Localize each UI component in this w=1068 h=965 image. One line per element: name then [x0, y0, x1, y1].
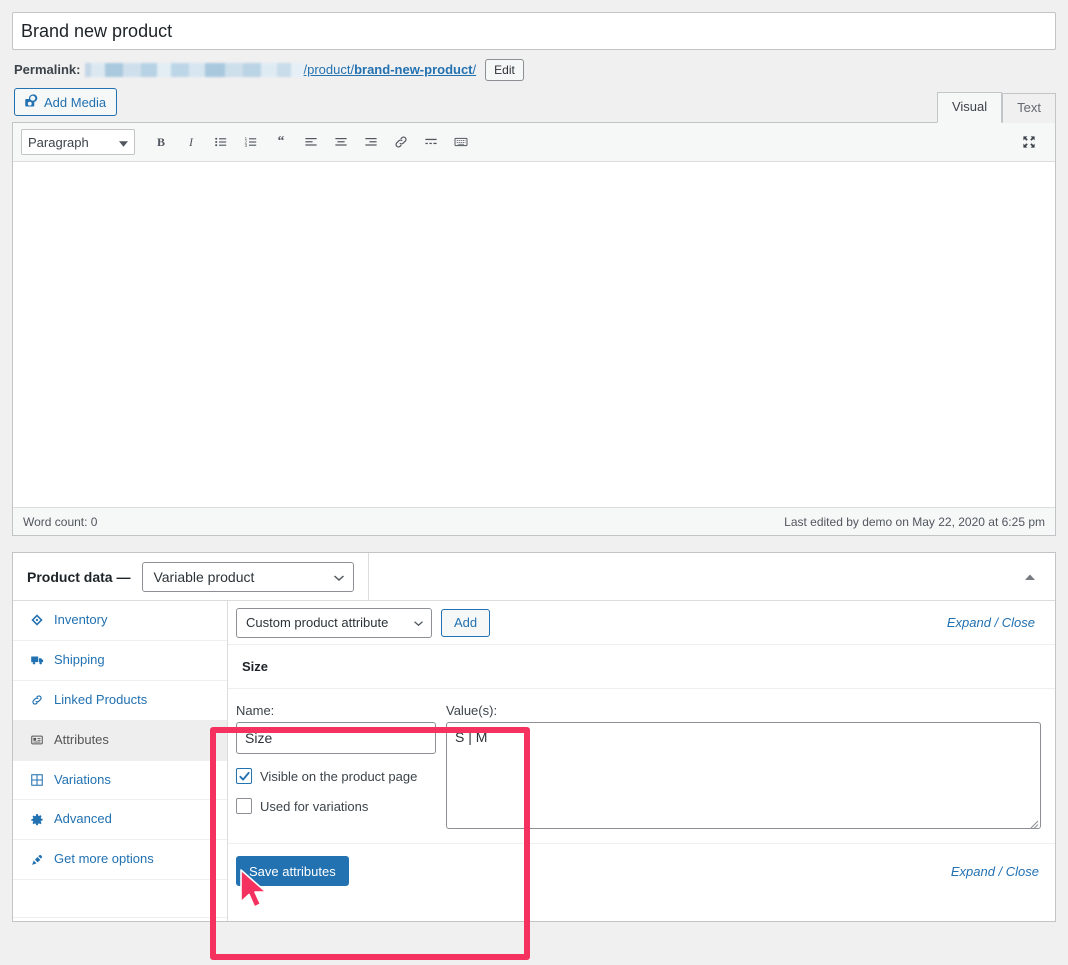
sidebar-item-linked-products[interactable]: Linked Products: [13, 681, 227, 721]
sidebar-item-label: Linked Products: [54, 692, 147, 709]
attribute-values-column: Value(s):: [446, 703, 1041, 831]
chevron-down-icon: [413, 615, 424, 630]
product-type-select[interactable]: Variable product: [142, 562, 354, 592]
read-more-icon[interactable]: [417, 129, 445, 155]
attributes-toolbar: Custom product attribute Add Expand / Cl…: [228, 601, 1055, 645]
permalink-row: Permalink: /product/brand-new-product/ E…: [0, 50, 1068, 80]
product-data-title: Product data —: [27, 569, 130, 585]
sidebar-item-label: Shipping: [54, 652, 105, 669]
numbered-list-icon[interactable]: 1 2 3: [237, 129, 265, 155]
sidebar-item-get-more-options[interactable]: Get more options: [13, 840, 227, 880]
content-editor: Paragraph B I 1 2 3 “: [12, 122, 1056, 536]
expand-close-link-bottom[interactable]: Expand / Close: [951, 864, 1047, 879]
attribute-type-select[interactable]: Custom product attribute: [236, 608, 432, 638]
keyboard-shortcuts-icon[interactable]: [447, 129, 475, 155]
sidebar-item-advanced[interactable]: Advanced: [13, 800, 227, 840]
chevron-down-icon: [119, 135, 128, 150]
redacted-domain: [85, 63, 303, 77]
inventory-icon: [29, 613, 45, 627]
product-type-value: Variable product: [153, 569, 254, 585]
align-right-icon[interactable]: [357, 129, 385, 155]
bulleted-list-icon[interactable]: [207, 129, 235, 155]
attribute-name-column: Name: Visible on the product page Used f…: [236, 703, 446, 831]
attribute-fields-row: Name: Visible on the product page Used f…: [228, 689, 1055, 844]
visible-on-product-page-row: Visible on the product page: [236, 768, 446, 784]
last-edited: Last edited by demo on May 22, 2020 at 6…: [784, 515, 1045, 529]
chevron-down-icon: [333, 569, 345, 585]
attributes-footer: Save attributes Expand / Close: [228, 844, 1055, 898]
permalink-path-suffix: /: [473, 62, 477, 77]
visible-on-product-page-label: Visible on the product page: [260, 769, 417, 784]
editor-footer: Word count: 0 Last edited by demo on May…: [13, 507, 1055, 535]
sidebar-item-attributes[interactable]: Attributes: [13, 721, 227, 761]
permalink-slug: brand-new-product: [354, 62, 472, 77]
svg-text:B: B: [157, 135, 165, 149]
svg-text:I: I: [188, 135, 194, 149]
attribute-values-wrapper: [446, 722, 1041, 829]
attributes-icon: [29, 733, 45, 747]
format-select-value: Paragraph: [28, 135, 89, 150]
attribute-name-input[interactable]: [236, 722, 436, 754]
save-attributes-button[interactable]: Save attributes: [236, 856, 349, 886]
add-media-button[interactable]: Add Media: [14, 88, 117, 116]
used-for-variations-label: Used for variations: [260, 799, 368, 814]
sidebar-item-label: Advanced: [54, 811, 112, 828]
svg-text:“: “: [278, 134, 285, 148]
gear-icon: [29, 813, 45, 827]
panel-collapse-toggle[interactable]: [1017, 564, 1043, 590]
sidebar-item-label: Attributes: [54, 732, 109, 749]
sidebar-item-label: Variations: [54, 772, 111, 789]
tab-visual[interactable]: Visual: [937, 92, 1002, 123]
format-select[interactable]: Paragraph: [21, 129, 135, 155]
align-center-icon[interactable]: [327, 129, 355, 155]
permalink-path-prefix: /product/: [303, 62, 354, 77]
permalink-label: Permalink:: [14, 62, 80, 77]
svg-text:3: 3: [245, 143, 248, 148]
blockquote-icon[interactable]: “: [267, 129, 295, 155]
tabs-filler: [13, 880, 227, 918]
attribute-name-label: Name:: [236, 703, 446, 718]
extension-icon: [29, 853, 45, 867]
editor-content-area[interactable]: [13, 162, 1055, 507]
add-media-label: Add Media: [44, 95, 106, 110]
media-bar: Add Media Visual Text: [0, 80, 1068, 122]
add-attribute-button[interactable]: Add: [441, 609, 490, 637]
link-icon: [29, 693, 45, 707]
attribute-heading: Size: [228, 645, 1055, 689]
post-title-input[interactable]: [12, 12, 1056, 50]
editor-mode-tabs: Visual Text: [937, 92, 1056, 123]
sidebar-item-label: Get more options: [54, 851, 154, 868]
tab-text[interactable]: Text: [1002, 93, 1056, 123]
bold-icon[interactable]: B: [147, 129, 175, 155]
used-for-variations-checkbox[interactable]: [236, 798, 252, 814]
sidebar-item-shipping[interactable]: Shipping: [13, 641, 227, 681]
attribute-values-label: Value(s):: [446, 703, 1041, 718]
header-divider: [368, 553, 369, 601]
italic-icon[interactable]: I: [177, 129, 205, 155]
media-icon: [23, 93, 38, 111]
attributes-panel: Custom product attribute Add Expand / Cl…: [228, 601, 1055, 921]
title-section: [0, 0, 1068, 50]
product-data-header: Product data — Variable product: [13, 553, 1055, 601]
sidebar-item-inventory[interactable]: Inventory: [13, 601, 227, 641]
fullscreen-icon[interactable]: [1015, 129, 1043, 155]
insert-link-icon[interactable]: [387, 129, 415, 155]
permalink-link[interactable]: /product/brand-new-product/: [85, 62, 476, 77]
editor-toolbar: Paragraph B I 1 2 3 “: [13, 123, 1055, 162]
expand-close-link-top[interactable]: Expand / Close: [947, 615, 1043, 630]
variations-grid-icon: [29, 773, 45, 787]
product-data-body: Inventory Shipping Linked Products: [13, 601, 1055, 921]
align-left-icon[interactable]: [297, 129, 325, 155]
attribute-values-textarea[interactable]: [446, 722, 1041, 829]
sidebar-item-variations[interactable]: Variations: [13, 761, 227, 801]
product-data-tabs: Inventory Shipping Linked Products: [13, 601, 228, 921]
word-count: Word count: 0: [23, 515, 97, 529]
sidebar-item-label: Inventory: [54, 612, 107, 629]
shipping-truck-icon: [29, 653, 45, 667]
used-for-variations-row: Used for variations: [236, 798, 446, 814]
product-data-panel: Product data — Variable product Inventor…: [12, 552, 1056, 922]
visible-on-product-page-checkbox[interactable]: [236, 768, 252, 784]
edit-permalink-button[interactable]: Edit: [485, 59, 524, 81]
attribute-type-value: Custom product attribute: [246, 615, 388, 630]
